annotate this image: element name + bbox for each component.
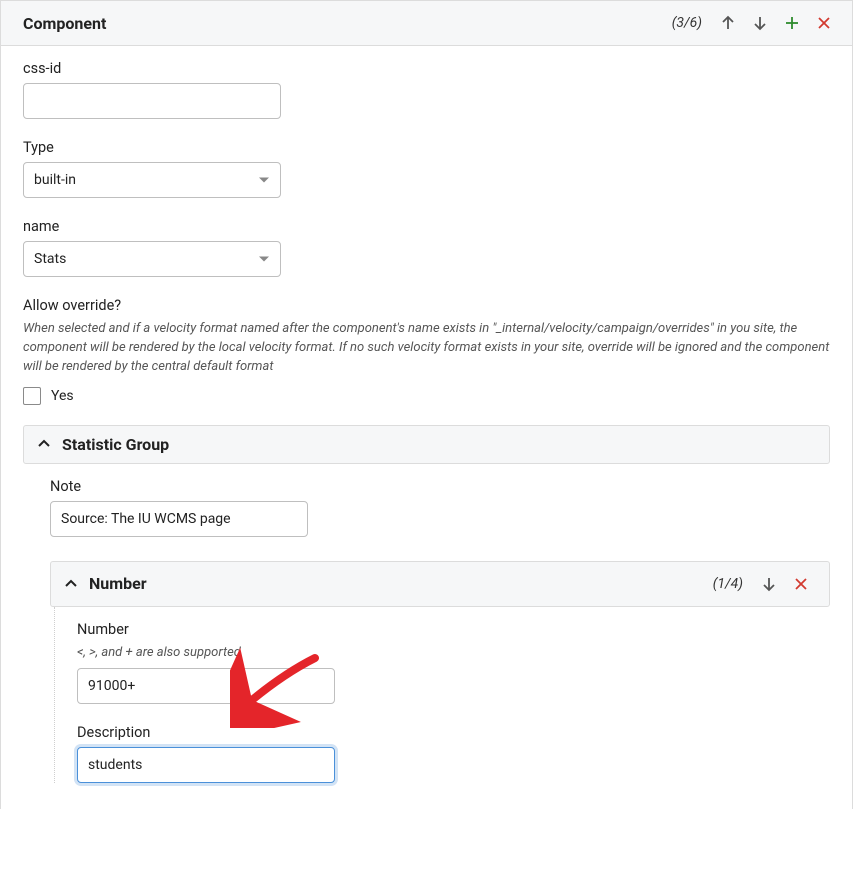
number-help: <, >, and + are also supported xyxy=(77,644,830,663)
note-field: Note xyxy=(50,478,830,537)
number-body: Number <, >, and + are also supported De… xyxy=(54,607,830,784)
component-count: (3/6) xyxy=(672,15,702,31)
number-header: Number (1/4) xyxy=(50,561,830,607)
type-value: built-in xyxy=(34,172,76,188)
name-label: name xyxy=(23,218,830,235)
stat-group-section: Statistic Group Note Number (1/4) xyxy=(23,425,830,784)
collapse-icon[interactable] xyxy=(63,576,79,592)
override-label: Allow override? xyxy=(23,297,830,314)
component-body: css-id Type built-in name Stats Allow ov… xyxy=(1,46,852,809)
number-count: (1/4) xyxy=(713,576,743,592)
move-down-button[interactable] xyxy=(753,571,785,597)
note-label: Note xyxy=(50,478,830,495)
add-button[interactable] xyxy=(776,10,808,36)
name-select[interactable]: Stats xyxy=(23,241,281,277)
override-field: Allow override? When selected and if a v… xyxy=(23,297,830,405)
number-section-title: Number xyxy=(89,574,713,593)
delete-button[interactable] xyxy=(785,571,817,597)
type-select[interactable]: built-in xyxy=(23,162,281,198)
number-section: Number (1/4) Number <, >, and xyxy=(50,561,830,784)
component-header: Component (3/6) xyxy=(1,1,852,46)
cssid-input[interactable] xyxy=(23,83,281,119)
chevron-down-icon xyxy=(259,178,269,183)
stat-group-title: Statistic Group xyxy=(62,435,817,454)
description-field: Description xyxy=(77,724,830,783)
note-input[interactable] xyxy=(50,501,308,537)
description-input[interactable] xyxy=(77,747,335,783)
override-checkbox-row: Yes xyxy=(23,387,830,405)
number-label: Number xyxy=(77,621,830,638)
type-label: Type xyxy=(23,139,830,156)
stat-group-body: Note Number (1/4) xyxy=(23,464,830,784)
override-help: When selected and if a velocity format n… xyxy=(23,320,830,377)
type-field: Type built-in xyxy=(23,139,830,198)
name-value: Stats xyxy=(34,251,66,267)
number-input[interactable] xyxy=(77,668,335,704)
override-checkbox-label: Yes xyxy=(51,388,74,404)
stat-group-header: Statistic Group xyxy=(23,425,830,464)
component-panel: Component (3/6) css-id Type built-in xyxy=(0,0,853,809)
delete-button[interactable] xyxy=(808,10,840,36)
override-checkbox[interactable] xyxy=(23,387,41,405)
name-field: name Stats xyxy=(23,218,830,277)
component-title: Component xyxy=(23,14,672,33)
cssid-field: css-id xyxy=(23,60,830,119)
move-up-button[interactable] xyxy=(712,10,744,36)
collapse-icon[interactable] xyxy=(36,436,52,452)
number-field: Number <, >, and + are also supported xyxy=(77,621,830,705)
move-down-button[interactable] xyxy=(744,10,776,36)
chevron-down-icon xyxy=(259,257,269,262)
description-label: Description xyxy=(77,724,830,741)
cssid-label: css-id xyxy=(23,60,830,77)
